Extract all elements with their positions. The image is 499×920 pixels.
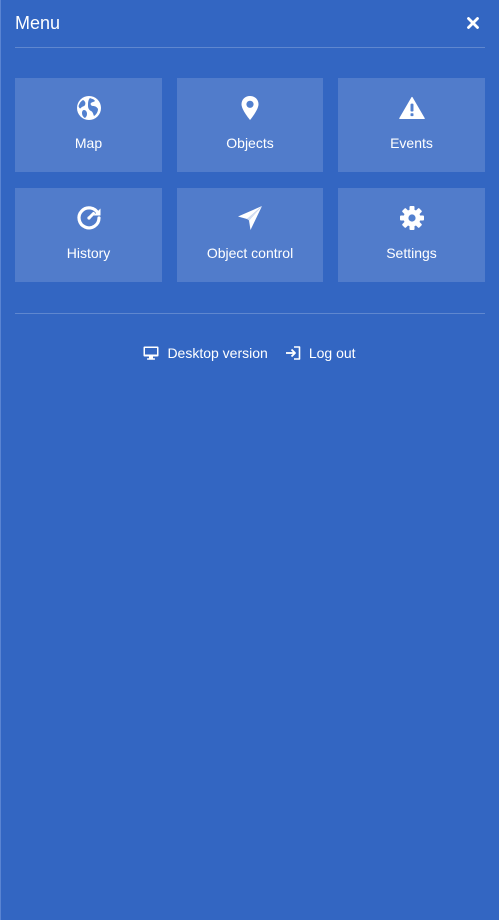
paper-plane-icon — [237, 205, 263, 231]
tile-objects[interactable]: Objects — [177, 78, 323, 172]
tile-events[interactable]: Events — [338, 78, 485, 172]
page-title: Menu — [15, 13, 61, 33]
history-icon — [76, 205, 102, 231]
desktop-version-label: Desktop version — [167, 345, 268, 361]
map-marker-icon — [237, 95, 263, 121]
menu-header: Menu — [15, 0, 485, 47]
logout-link[interactable]: Log out — [285, 343, 356, 363]
tile-label: Map — [74, 135, 103, 151]
tile-history[interactable]: History — [15, 188, 162, 282]
section-divider — [15, 313, 485, 314]
tile-label: Object control — [206, 245, 294, 261]
footer-links: Desktop version Log out — [0, 343, 499, 363]
sign-in-icon — [285, 346, 301, 360]
tile-label: Settings — [386, 245, 437, 261]
tile-label: Objects — [226, 135, 274, 151]
logout-label: Log out — [308, 345, 356, 361]
menu-grid: Map Objects Events History Object contro… — [15, 78, 485, 282]
close-button[interactable] — [466, 15, 479, 30]
tile-settings[interactable]: Settings — [338, 188, 485, 282]
header-divider — [15, 47, 485, 48]
warning-icon — [398, 95, 425, 121]
tile-label: Events — [390, 135, 433, 151]
gear-icon — [399, 205, 425, 231]
tile-label: History — [66, 245, 111, 261]
tile-map[interactable]: Map — [15, 78, 162, 172]
desktop-version-link[interactable]: Desktop version — [143, 343, 268, 363]
panel-edge — [0, 0, 1, 920]
globe-icon — [76, 95, 102, 121]
close-icon — [466, 16, 479, 29]
monitor-icon — [143, 346, 159, 360]
tile-object-control[interactable]: Object control — [177, 188, 323, 282]
